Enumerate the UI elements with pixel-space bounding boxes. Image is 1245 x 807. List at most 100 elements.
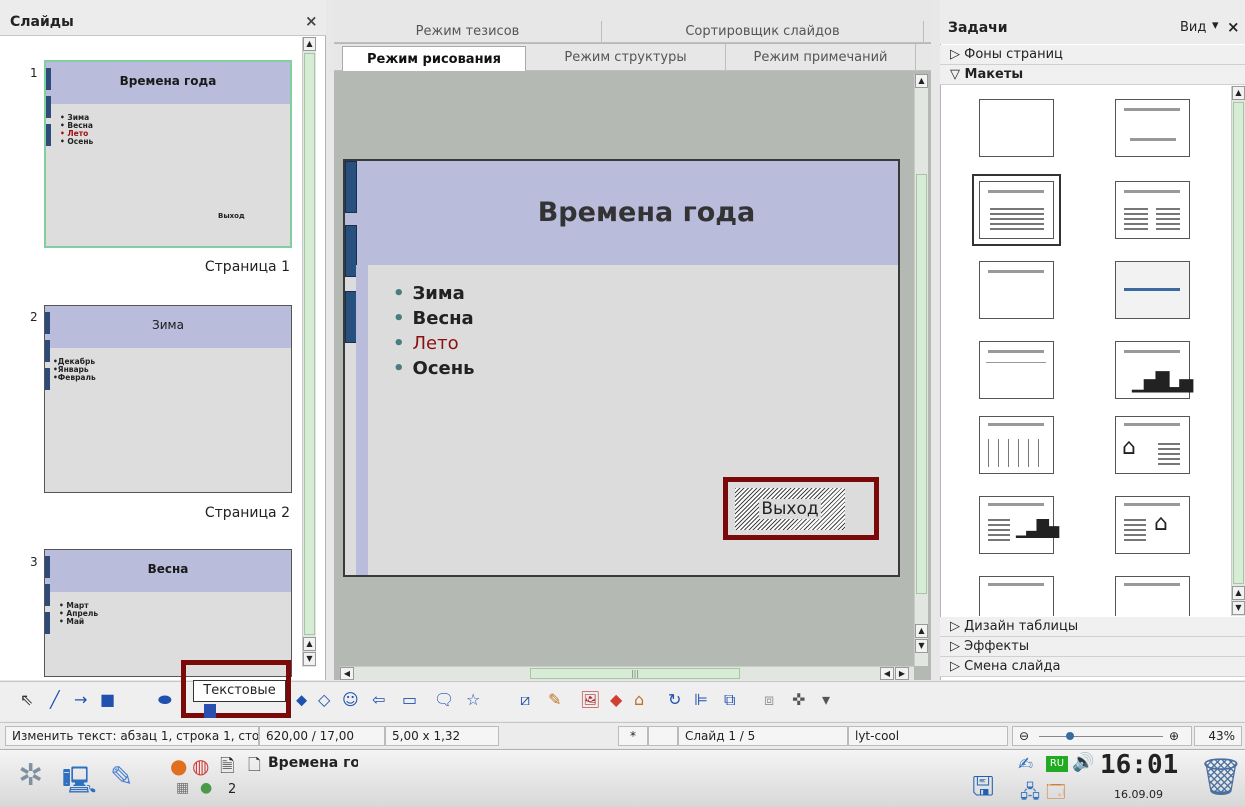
- rotate-icon[interactable]: ↻: [668, 688, 681, 712]
- scroll-up-arrow[interactable]: ▲: [1232, 86, 1245, 100]
- line-tool-icon[interactable]: ╱: [50, 688, 60, 712]
- scroll-down-arrow[interactable]: ▼: [915, 639, 928, 653]
- arrange-icon[interactable]: ⧉: [724, 688, 735, 712]
- slide-thumbnail-3[interactable]: Весна • Март • Апрель • Май: [44, 549, 292, 677]
- tab-outline-mode[interactable]: Режим тезисов: [334, 21, 602, 42]
- scroll-thumb[interactable]: [1233, 102, 1244, 584]
- scroll-down-arrow[interactable]: ▼: [303, 652, 316, 666]
- zoom-out-icon[interactable]: ⊖: [1019, 729, 1029, 743]
- layout-title-content[interactable]: [972, 174, 1061, 246]
- tab-structure-mode[interactable]: Режим структуры: [526, 44, 726, 70]
- view-menu[interactable]: Вид: [1180, 20, 1206, 35]
- slide-bullet-list[interactable]: • Зима • Весна • Лето • Осень: [393, 281, 475, 381]
- scroll-up-arrow[interactable]: ▲: [303, 637, 316, 651]
- stars-icon[interactable]: ☆: [466, 688, 480, 712]
- gallery-icon[interactable]: ◆: [610, 688, 622, 712]
- editor-horizontal-scrollbar[interactable]: ◀ ||| ◀ ▶: [340, 666, 914, 680]
- block-arrows-icon[interactable]: ⇦: [372, 688, 385, 712]
- save-disk-icon[interactable]: 🖫: [972, 768, 994, 807]
- extrusion-toggle-icon[interactable]: ⧈: [764, 688, 774, 712]
- firefox-icon[interactable]: ●: [170, 754, 187, 778]
- symbol-shapes-icon[interactable]: ☺: [342, 688, 359, 712]
- layout-title-chart[interactable]: ▁▅█▂▅: [1115, 341, 1193, 399]
- layout-title-text-chart[interactable]: ▁▃█▅: [979, 496, 1059, 554]
- text-tool-icon[interactable]: [204, 704, 216, 718]
- package-icon[interactable]: ✍: [1018, 754, 1033, 775]
- layout-title-two-content[interactable]: [1115, 181, 1190, 239]
- layout-title-text-clipart[interactable]: ⌂: [1115, 496, 1190, 554]
- edit-document-icon[interactable]: ✎: [110, 760, 133, 793]
- diamond-tool-icon[interactable]: ◇: [318, 688, 330, 712]
- layout-title-clipart-text[interactable]: ⌂: [1115, 416, 1190, 474]
- callouts-icon[interactable]: 🗨: [434, 688, 454, 712]
- view-dropdown-icon[interactable]: ▾: [1212, 18, 1219, 33]
- from-file-icon[interactable]: 🖼: [580, 688, 600, 712]
- browser-icon[interactable]: ◍: [192, 754, 209, 778]
- taskbar-window-title[interactable]: Времена года.odp - O: [268, 755, 358, 771]
- basic-shapes-icon[interactable]: ⬥: [296, 688, 307, 712]
- scroll-thumb[interactable]: [916, 174, 927, 594]
- layout-centered-text[interactable]: [1115, 261, 1190, 319]
- tab-slide-sorter[interactable]: Сортировщик слайдов: [602, 21, 924, 42]
- scroll-down-arrow[interactable]: ▼: [1232, 601, 1245, 615]
- layout-title-chart-text[interactable]: [979, 576, 1054, 616]
- exit-text[interactable]: Выход: [759, 499, 821, 519]
- exit-text-box[interactable]: Выход: [735, 488, 845, 530]
- rectangle-tool-icon[interactable]: ■: [100, 688, 115, 712]
- layout-title-text-object[interactable]: [1115, 576, 1190, 616]
- section-page-backgrounds[interactable]: ▷ Фоны страниц: [940, 45, 1245, 65]
- scroll-up-arrow[interactable]: ▲: [303, 37, 316, 51]
- scroll-up-arrow[interactable]: ▲: [1232, 586, 1245, 600]
- slides-scrollbar[interactable]: ▲ ▲ ▼: [302, 37, 316, 667]
- select-arrow-icon[interactable]: ⇖: [20, 688, 33, 712]
- tab-notes-mode[interactable]: Режим примечаний: [726, 44, 916, 70]
- layout-blank[interactable]: [979, 99, 1054, 157]
- fontwork-icon[interactable]: ✎: [548, 688, 561, 712]
- trash-icon[interactable]: 🗑: [1198, 756, 1244, 798]
- calculator-icon[interactable]: ▦: [176, 780, 189, 796]
- slide-thumbnail-2[interactable]: Зима •Декабрь •Январь •Февраль: [44, 305, 292, 493]
- section-layouts[interactable]: ▽ Макеты: [940, 65, 1245, 85]
- close-icon[interactable]: ×: [1227, 18, 1240, 36]
- network-icon[interactable]: 🖧: [1020, 780, 1040, 807]
- scroll-right-arrow[interactable]: ▶: [895, 667, 909, 680]
- toolbar-options-icon[interactable]: ▾: [822, 688, 830, 712]
- scroll-up-arrow[interactable]: ▲: [915, 624, 928, 638]
- arrow-line-tool-icon[interactable]: →: [74, 688, 87, 712]
- scroll-left-arrow[interactable]: ◀: [880, 667, 894, 680]
- tab-drawing-mode[interactable]: Режим рисования: [342, 46, 526, 71]
- desktop-computer-icon[interactable]: 🖳: [62, 762, 97, 806]
- apple-icon[interactable]: ●: [200, 780, 212, 796]
- volume-icon[interactable]: 🔊: [1072, 752, 1094, 773]
- office-icon[interactable]: 🗎: [220, 754, 234, 784]
- points-edit-icon[interactable]: ⧄: [520, 688, 530, 712]
- editor-vertical-scrollbar[interactable]: ▲ ▲ ▼: [914, 74, 928, 666]
- layout-title-text-box[interactable]: [979, 341, 1054, 399]
- layout-title-blank[interactable]: [979, 261, 1054, 319]
- image-viewer-icon[interactable]: 🗔: [1046, 780, 1066, 807]
- zoom-percent[interactable]: 43%: [1194, 726, 1242, 746]
- scroll-thumb[interactable]: [304, 53, 315, 635]
- extrusion-icon[interactable]: ⌂: [634, 688, 644, 712]
- section-slide-transition[interactable]: ▷ Смена слайда: [940, 657, 1245, 677]
- layout-title-table[interactable]: [979, 416, 1054, 474]
- zoom-knob[interactable]: [1065, 732, 1074, 740]
- slide-thumbnail-1[interactable]: Времена года • Зима • Весна • Лето • Осе…: [44, 60, 292, 248]
- scroll-left-arrow[interactable]: ◀: [340, 667, 354, 680]
- close-icon[interactable]: ×: [305, 12, 318, 30]
- zoom-slider[interactable]: ⊖ ⊕: [1012, 726, 1192, 746]
- scroll-thumb[interactable]: |||: [530, 668, 740, 679]
- section-table-design[interactable]: ▷ Дизайн таблицы: [940, 617, 1245, 637]
- zoom-in-icon[interactable]: ⊕: [1169, 727, 1179, 745]
- section-effects[interactable]: ▷ Эффекты: [940, 637, 1245, 657]
- layout-title-only[interactable]: [1115, 99, 1190, 157]
- alignment-icon[interactable]: ⊫: [694, 688, 708, 712]
- flowchart-icon[interactable]: ▭: [402, 688, 417, 712]
- scroll-up-arrow[interactable]: ▲: [915, 74, 928, 88]
- start-menu-gear-icon[interactable]: ✲: [18, 758, 43, 793]
- slide-title[interactable]: Времена года: [345, 197, 898, 228]
- keyboard-language[interactable]: RU: [1046, 756, 1068, 772]
- glue-points-icon[interactable]: ✜: [792, 688, 805, 712]
- ellipse-tool-icon[interactable]: ⬬: [158, 688, 172, 712]
- impress-doc-icon[interactable]: 🗋: [248, 754, 261, 781]
